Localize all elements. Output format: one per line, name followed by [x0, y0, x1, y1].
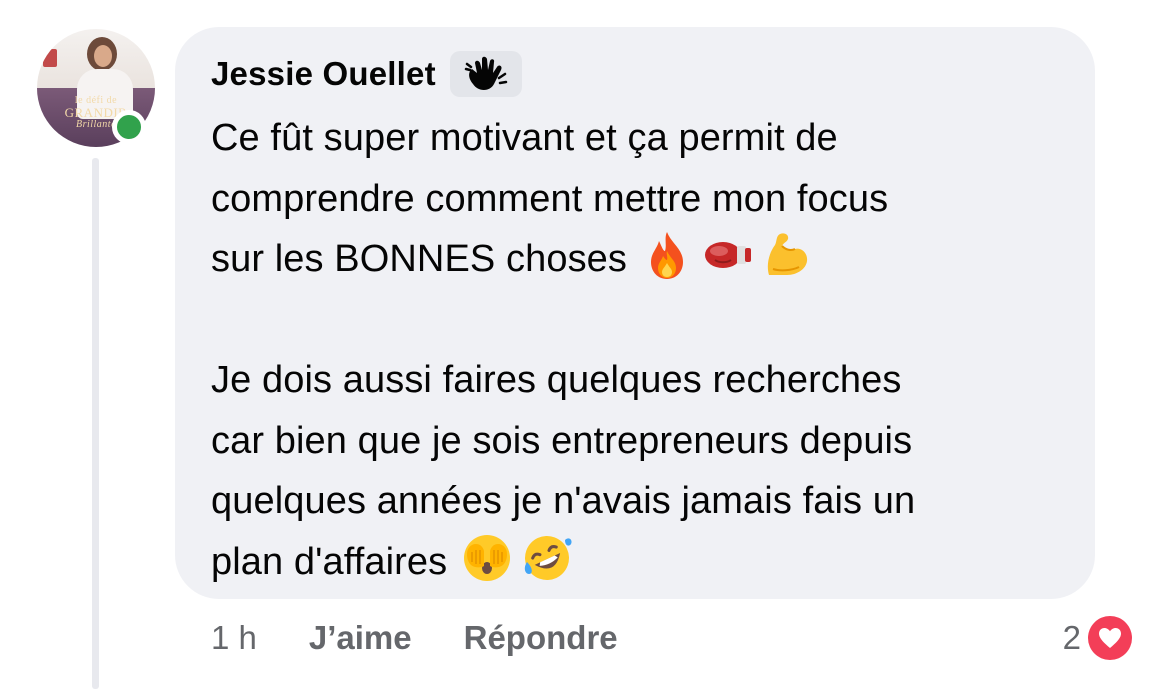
- rolling-on-floor-laughing-icon: [521, 532, 573, 584]
- face-with-hands-over-eyes-icon: [461, 532, 513, 584]
- comment-line: Je dois aussi faires quelques recherches: [211, 359, 902, 401]
- comment-line: car bien que je sois entrepreneurs depui…: [211, 419, 913, 462]
- comment-timestamp[interactable]: 1 h: [211, 619, 257, 657]
- avatar-person-face: [94, 45, 112, 67]
- comment-thread: le défi de GRANDIR Brillante Jessie Ouel…: [0, 0, 1170, 689]
- comment-header: Jessie Ouellet: [211, 51, 522, 97]
- avatar-decoration: [43, 49, 57, 67]
- author-name[interactable]: Jessie Ouellet: [211, 55, 436, 93]
- comment-line: comprendre comment mettre mon focus: [211, 177, 889, 220]
- heart-glyph: [1099, 628, 1121, 648]
- waving-hand-glyph: [464, 56, 508, 90]
- comment-actions: 1 h J’aime Répondre: [211, 613, 618, 663]
- comment-line: sur les BONNES choses: [211, 238, 628, 280]
- waving-hand-icon[interactable]: [449, 51, 522, 97]
- flexed-biceps-icon: [761, 229, 813, 281]
- comment-paragraph: Ce fût super motivant et ça permit de co…: [211, 108, 1081, 290]
- boxing-glove-icon: [701, 229, 753, 281]
- comment-line: Ce fût super motivant et ça permit de: [211, 117, 838, 159]
- thread-connector-line: [92, 158, 99, 689]
- online-status-dot: [112, 110, 146, 144]
- comment-line: quelques années je n'avais jamais fais u…: [211, 480, 916, 522]
- comment-body: Ce fût super motivant et ça permit de co…: [211, 108, 1081, 592]
- heart-icon[interactable]: [1085, 613, 1135, 663]
- reactions-summary[interactable]: 2: [1063, 613, 1135, 663]
- like-button[interactable]: J’aime: [309, 619, 412, 657]
- reaction-count[interactable]: 2: [1063, 619, 1081, 657]
- fire-icon: [641, 229, 693, 281]
- comment-paragraph: Je dois aussi faires quelques recherches…: [211, 350, 1081, 592]
- comment-line: plan d'affaires: [211, 540, 448, 583]
- reply-button[interactable]: Répondre: [464, 619, 618, 657]
- heart-icon-fill: [1088, 616, 1132, 660]
